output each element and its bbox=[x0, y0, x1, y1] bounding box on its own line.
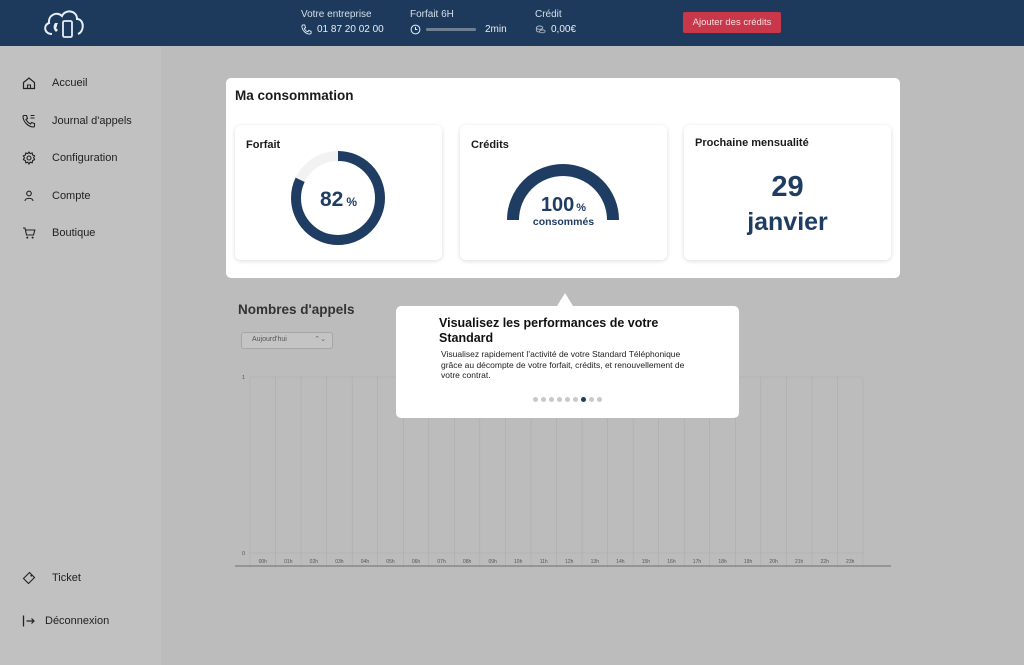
company-label: Votre entreprise bbox=[301, 9, 372, 20]
tooltip-step-dot[interactable] bbox=[573, 397, 578, 402]
logout-icon bbox=[22, 615, 35, 627]
onboarding-tooltip: Visualisez les performances de votre Sta… bbox=[396, 306, 739, 418]
consumption-title: Ma consommation bbox=[235, 88, 354, 103]
phone-log-icon bbox=[22, 114, 36, 128]
company-info: Votre entreprise 01 87 20 02 00 bbox=[301, 9, 384, 35]
plan-percent-value: 82 bbox=[319, 188, 344, 211]
home-icon bbox=[22, 77, 36, 90]
tooltip-title: Visualisez les performances de votre Sta… bbox=[439, 316, 659, 345]
period-select-value: Aujourd'hui bbox=[252, 336, 287, 343]
cloud-phone-logo-icon[interactable] bbox=[40, 6, 86, 40]
credit-value: 0,00€ bbox=[551, 24, 577, 35]
credits-percent: 100% bbox=[460, 194, 667, 217]
company-phone: 01 87 20 02 00 bbox=[317, 24, 384, 35]
credits-card[interactable]: Crédits 100% consommés bbox=[460, 125, 667, 260]
plan-card-title: Forfait bbox=[246, 139, 281, 151]
tooltip-step-dot[interactable] bbox=[541, 397, 546, 402]
tooltip-step-indicator bbox=[533, 397, 602, 402]
sidebar-item-home[interactable]: Accueil bbox=[22, 76, 87, 90]
sidebar-item-shop[interactable]: Boutique bbox=[22, 226, 95, 240]
billing-day: 29 bbox=[771, 171, 804, 203]
tooltip-step-dot[interactable] bbox=[597, 397, 602, 402]
plan-progress-bar bbox=[426, 28, 476, 31]
consumption-panel: Ma consommation Forfait 82% Crédits 100%… bbox=[226, 78, 900, 278]
user-icon bbox=[24, 190, 34, 202]
plan-info: Forfait 6H 2min bbox=[410, 9, 507, 35]
billing-card-title: Prochaine mensualité bbox=[695, 137, 809, 149]
sidebar-item-label: Déconnexion bbox=[45, 615, 110, 627]
plan-label: Forfait 6H bbox=[410, 9, 454, 20]
sidebar-item-configuration[interactable]: Configuration bbox=[22, 151, 117, 165]
sidebar-item-call-log[interactable]: Journal d'appels bbox=[22, 114, 132, 128]
credit-label: Crédit bbox=[535, 9, 562, 20]
credits-caption: consommés bbox=[532, 216, 595, 228]
billing-month: janvier bbox=[747, 208, 828, 236]
coins-icon bbox=[535, 25, 546, 34]
plan-usage: 2min bbox=[485, 24, 507, 35]
sidebar-item-label: Compte bbox=[52, 190, 91, 202]
tooltip-step-dot[interactable] bbox=[533, 397, 538, 402]
credits-percent-value: 100 bbox=[540, 194, 575, 216]
plan-percent: 82% bbox=[235, 188, 442, 212]
sidebar-item-label: Boutique bbox=[52, 227, 96, 239]
add-credits-button[interactable]: Ajouter des crédits bbox=[683, 12, 781, 33]
tooltip-step-dot[interactable] bbox=[581, 397, 586, 402]
ticket-icon bbox=[22, 571, 36, 585]
tooltip-step-dot[interactable] bbox=[549, 397, 554, 402]
sidebar-item-logout[interactable]: Déconnexion bbox=[22, 614, 109, 628]
billing-card[interactable]: Prochaine mensualité 29 janvier bbox=[684, 125, 891, 260]
credits-percent-unit: % bbox=[576, 202, 587, 214]
cart-icon bbox=[23, 227, 36, 239]
tooltip-arrow bbox=[557, 293, 573, 306]
sidebar-item-label: Journal d'appels bbox=[52, 115, 132, 127]
calls-section-title: Nombres d'appels bbox=[238, 302, 355, 317]
sidebar-item-label: Ticket bbox=[52, 572, 81, 584]
credit-info: Crédit 0,00€ bbox=[535, 9, 576, 35]
clock-icon bbox=[410, 24, 421, 35]
period-select[interactable]: Aujourd'hui ⌃⌄ bbox=[241, 332, 333, 349]
sidebar-item-ticket[interactable]: Ticket bbox=[22, 571, 81, 585]
sidebar-item-label: Configuration bbox=[52, 152, 118, 164]
top-bar: Votre entreprise 01 87 20 02 00 Forfait … bbox=[0, 0, 1024, 46]
plan-percent-unit: % bbox=[346, 195, 358, 209]
tooltip-step-dot[interactable] bbox=[589, 397, 594, 402]
sidebar-item-account[interactable]: Compte bbox=[22, 189, 91, 203]
tooltip-step-dot[interactable] bbox=[557, 397, 562, 402]
chevron-updown-icon: ⌃⌄ bbox=[314, 336, 326, 343]
tooltip-step-dot[interactable] bbox=[565, 397, 570, 402]
tooltip-body: Visualisez rapidement l’activité de votr… bbox=[441, 349, 685, 380]
phone-icon bbox=[301, 24, 312, 35]
gear-icon bbox=[22, 151, 36, 165]
plan-card[interactable]: Forfait 82% bbox=[235, 125, 442, 260]
sidebar-item-label: Accueil bbox=[52, 77, 88, 89]
